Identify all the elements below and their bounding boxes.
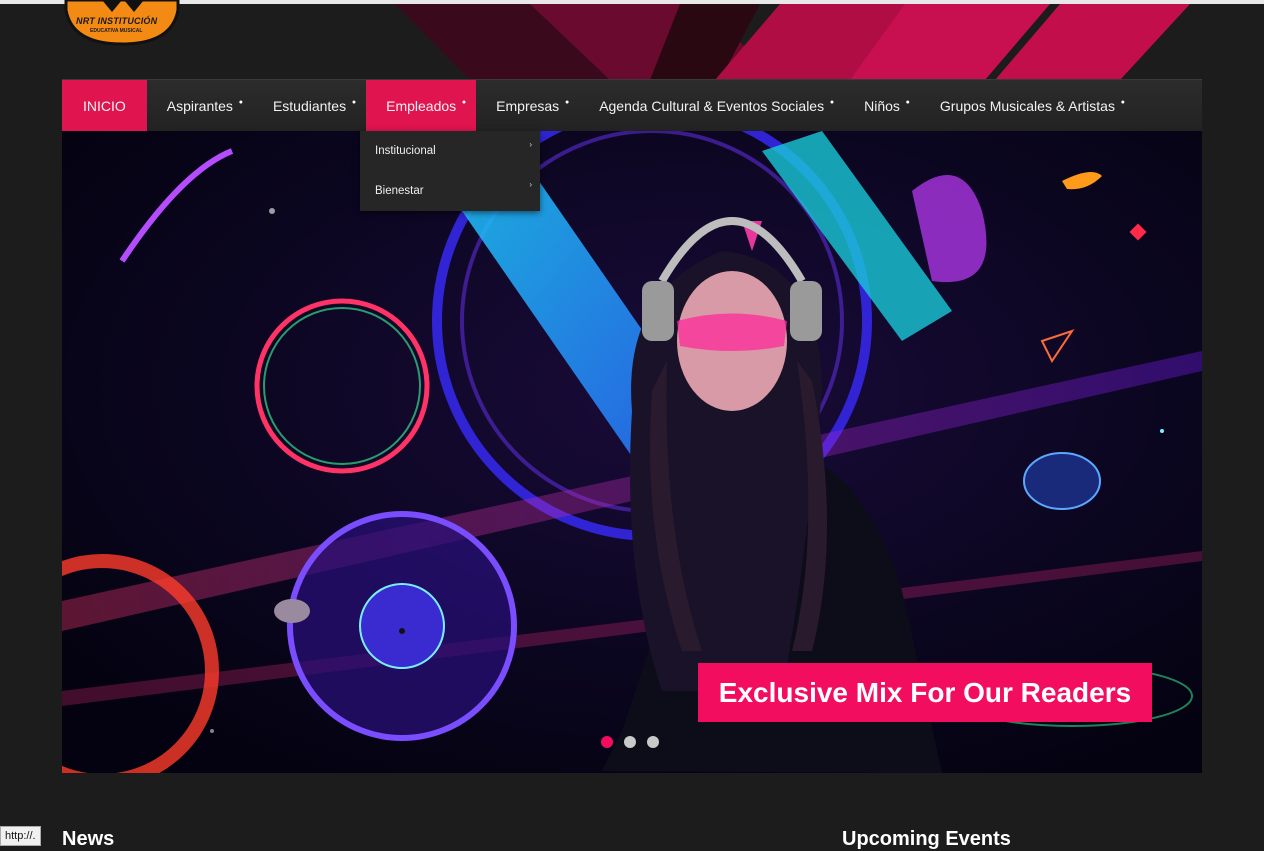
submenu-dot-icon: ● [351,99,357,106]
nav-label: Estudiantes [272,98,347,114]
header-banner [0,4,1264,80]
logo-title: NRT INSTITUCIÓN [76,16,158,26]
submenu-dot-icon: ● [564,99,570,106]
status-bar-url: http://. [0,826,41,846]
dropdown-item-bienestar[interactable]: Bienestar › [360,171,540,211]
chevron-right-icon: › [529,180,532,189]
upcoming-events-heading: Upcoming Events [842,828,1011,850]
nav-label: Agenda Cultural & Eventos Sociales [599,98,825,114]
nav-item-aspirantes[interactable]: Aspirantes ● [147,80,253,132]
nav-item-empleados[interactable]: Empleados ● [366,80,477,132]
nav-item-agenda-cultural[interactable]: Agenda Cultural & Eventos Sociales ● [579,80,844,132]
slider-pagination [601,736,659,748]
submenu-dot-icon: ● [461,99,467,106]
dropdown-item-institucional[interactable]: Institucional › [360,131,540,171]
dropdown-label: Bienestar [375,185,424,197]
submenu-dot-icon: ● [829,99,835,106]
dropdown-label: Institucional [375,145,436,157]
slide-dot-2[interactable] [624,736,636,748]
nav-item-inicio[interactable]: INICIO [62,80,147,132]
slide-caption[interactable]: Exclusive Mix For Our Readers [698,663,1152,722]
submenu-dot-icon: ● [905,99,910,106]
nav-label: Empleados [386,98,457,114]
slide-dot-3[interactable] [647,736,659,748]
nav-label: Niños [864,98,900,114]
submenu-dot-icon: ● [1120,99,1125,106]
chevron-right-icon: › [529,140,532,149]
submenu-dot-icon: ● [238,99,243,106]
nav-label: Grupos Musicales & Artistas [939,98,1115,114]
logo-subtitle: EDUCATIVA MUSICAL [90,28,143,34]
empleados-dropdown: Institucional › Bienestar › [360,131,540,211]
nav-item-ninos[interactable]: Niños ● [844,80,920,132]
nav-label: INICIO [83,98,126,114]
news-heading: News [62,828,115,850]
nav-item-empresas[interactable]: Empresas ● [476,80,579,132]
nav-item-estudiantes[interactable]: Estudiantes ● [253,80,366,132]
nav-label: Aspirantes [166,98,233,114]
nav-label: Empresas [496,98,560,114]
main-nav: INICIO Aspirantes ● Estudiantes ● Emplea… [62,79,1202,132]
slide-dot-1[interactable] [601,736,613,748]
nav-item-grupos-musicales[interactable]: Grupos Musicales & Artistas ● [920,80,1135,132]
